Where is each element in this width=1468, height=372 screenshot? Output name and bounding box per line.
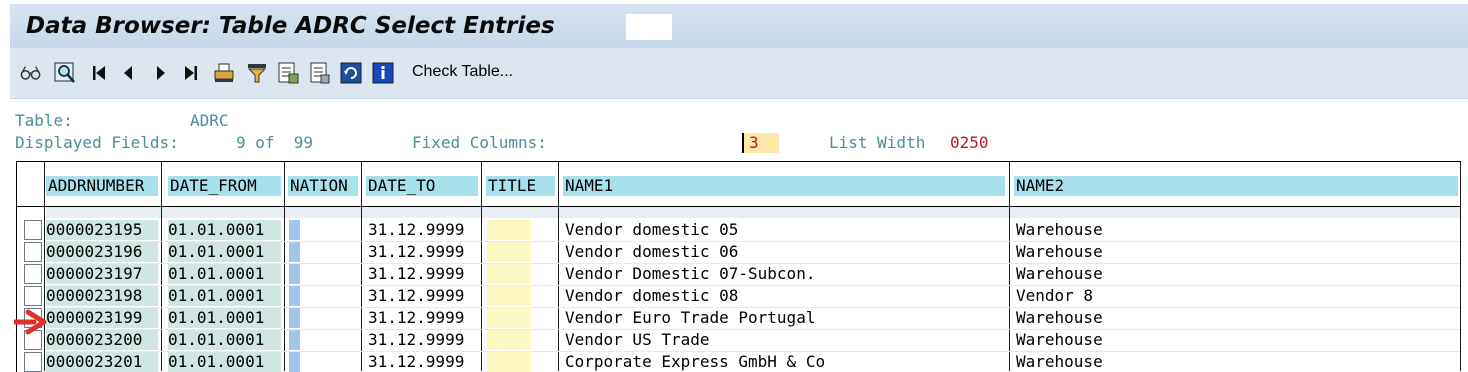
- cell-title: [487, 220, 531, 240]
- row-select-checkbox[interactable]: [24, 286, 42, 306]
- first-page-icon[interactable]: [88, 62, 110, 84]
- cell-nation: [289, 264, 300, 284]
- cell-date-from: 01.01.0001: [168, 242, 281, 262]
- cell-title: [487, 264, 531, 284]
- application-toolbar: Check Table...: [10, 48, 1468, 99]
- info-icon[interactable]: [372, 62, 394, 84]
- cell-name1: Vendor US Trade: [565, 330, 710, 349]
- cell-name2: Vendor 8: [1016, 286, 1094, 305]
- cell-addrnumber: 0000023200: [46, 330, 158, 350]
- cell-nation: [289, 352, 300, 372]
- cell-date-to: 31.12.9999: [368, 308, 465, 327]
- table-name-value: ADRC: [190, 111, 229, 130]
- column-divider: [481, 162, 482, 371]
- cell-name1: Vendor domestic 06: [565, 242, 739, 261]
- column-header-date-to[interactable]: DATE_TO: [366, 176, 478, 196]
- export-icon[interactable]: [277, 62, 299, 84]
- displayed-fields-value: 9 of 99: [236, 133, 314, 152]
- cell-addrnumber: 0000023195: [46, 220, 158, 240]
- table-label: Table:: [15, 111, 73, 130]
- cell-name1: Vendor Euro Trade Portugal: [565, 308, 816, 327]
- details-icon[interactable]: [309, 62, 331, 84]
- cell-date-from: 01.01.0001: [168, 330, 281, 350]
- filter-icon[interactable]: [246, 62, 268, 84]
- refresh-icon[interactable]: [340, 62, 362, 84]
- cell-name1: Vendor domestic 05: [565, 220, 739, 239]
- cell-addrnumber: 0000023196: [46, 242, 158, 262]
- cell-date-to: 31.12.9999: [368, 330, 465, 349]
- row-select-checkbox[interactable]: [24, 264, 42, 284]
- cell-addrnumber: 0000023199: [46, 308, 158, 328]
- column-header-name2[interactable]: NAME2: [1014, 176, 1458, 196]
- last-page-icon[interactable]: [180, 62, 202, 84]
- cell-name2: Warehouse: [1016, 352, 1103, 371]
- cell-addrnumber: 0000023201: [46, 352, 158, 372]
- cell-nation: [289, 242, 300, 262]
- column-divider: [1460, 162, 1461, 371]
- cell-date-to: 31.12.9999: [368, 242, 465, 261]
- cell-name1: Corporate Express GmbH & Co: [565, 352, 826, 371]
- table-header-spacer: [46, 207, 1460, 218]
- find-icon[interactable]: [54, 62, 76, 84]
- next-page-icon[interactable]: [150, 62, 172, 84]
- cell-title: [487, 286, 531, 306]
- list-width-value[interactable]: 0250: [950, 133, 989, 152]
- cell-date-from: 01.01.0001: [168, 220, 281, 240]
- cell-name2: Warehouse: [1016, 330, 1103, 349]
- cell-date-to: 31.12.9999: [368, 286, 465, 305]
- cell-nation: [289, 330, 300, 350]
- cell-nation: [289, 220, 300, 240]
- pointer-arrow-icon: [12, 309, 48, 340]
- cell-name2: Warehouse: [1016, 220, 1103, 239]
- row-select-checkbox[interactable]: [24, 242, 42, 262]
- cell-title: [487, 242, 531, 262]
- column-header-name1[interactable]: NAME1: [563, 176, 1005, 196]
- cell-date-from: 01.01.0001: [168, 264, 281, 284]
- cell-addrnumber: 0000023197: [46, 264, 158, 284]
- cell-name2: Warehouse: [1016, 308, 1103, 327]
- title-bar: Data Browser: Table ADRC Select Entries: [10, 4, 1468, 49]
- page-title: Data Browser: Table ADRC Select Entries: [26, 13, 555, 39]
- cell-title: [487, 308, 531, 328]
- cell-name1: Vendor domestic 08: [565, 286, 739, 305]
- cell-date-from: 01.01.0001: [168, 308, 281, 328]
- cell-name2: Warehouse: [1016, 242, 1103, 261]
- fixed-columns-label: Fixed Columns:: [412, 133, 547, 152]
- column-header-date-from[interactable]: DATE_FROM: [168, 176, 281, 196]
- column-divider: [558, 162, 559, 371]
- cell-addrnumber: 0000023198: [46, 286, 158, 306]
- displayed-fields-label: Displayed Fields:: [15, 133, 179, 152]
- list-width-label: List Width: [829, 133, 926, 152]
- column-header-nation[interactable]: NATION: [288, 176, 358, 196]
- glasses-icon[interactable]: [20, 62, 42, 84]
- fixed-columns-input[interactable]: 3: [742, 133, 779, 153]
- print-icon[interactable]: [213, 62, 235, 84]
- row-select-checkbox[interactable]: [24, 220, 42, 240]
- cell-date-to: 31.12.9999: [368, 220, 465, 239]
- cell-date-to: 31.12.9999: [368, 352, 465, 371]
- cell-name2: Warehouse: [1016, 264, 1103, 283]
- cell-date-to: 31.12.9999: [368, 264, 465, 283]
- cell-title: [487, 330, 531, 350]
- column-divider: [161, 162, 162, 371]
- cell-name1: Vendor Domestic 07-Subcon.: [565, 264, 816, 283]
- cell-nation: [289, 308, 300, 328]
- column-divider: [1009, 162, 1010, 371]
- cell-nation: [289, 286, 300, 306]
- previous-page-icon[interactable]: [117, 62, 139, 84]
- title-blank-field: [626, 14, 672, 40]
- cell-date-from: 01.01.0001: [168, 286, 281, 306]
- table-info-area: [10, 99, 1468, 161]
- check-table-button[interactable]: Check Table...: [412, 63, 513, 81]
- cell-date-from: 01.01.0001: [168, 352, 281, 372]
- column-divider: [284, 162, 285, 371]
- column-divider: [361, 162, 362, 371]
- cell-title: [487, 352, 531, 372]
- row-select-checkbox[interactable]: [24, 352, 42, 372]
- column-header-title[interactable]: TITLE: [486, 176, 555, 196]
- column-header-addrnumber[interactable]: ADDRNUMBER: [46, 176, 158, 196]
